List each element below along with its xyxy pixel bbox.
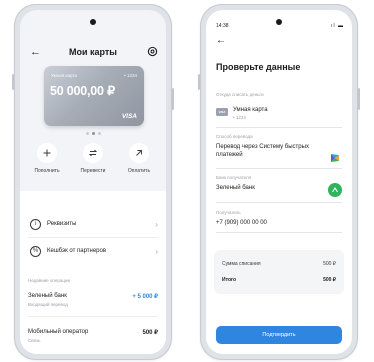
status-time: 14:38 — [216, 23, 229, 29]
back-arrow-icon[interactable]: ← — [216, 35, 226, 47]
menu-panel: i Реквизиты › % Кешбэк от партнеров › Не… — [20, 191, 166, 354]
percent-icon: % — [30, 246, 41, 257]
divider — [216, 127, 342, 128]
menu-item-label: Реквизиты — [47, 221, 77, 227]
divider — [216, 168, 342, 169]
transfer-label: Перевести — [80, 168, 106, 174]
chevron-right-icon: › — [155, 220, 158, 229]
confirm-button[interactable]: Подтвердить — [216, 326, 342, 344]
summary-row-total: Итого 500 ₽ — [222, 274, 336, 286]
power-button — [358, 88, 360, 110]
pay-button[interactable]: Оплатить — [116, 143, 162, 174]
transfer-button[interactable]: Перевести — [70, 143, 116, 174]
menu-item-label: Кешбэк от партнеров — [47, 248, 107, 254]
method-value[interactable]: Перевод через Систему быстрых платежей — [216, 143, 326, 159]
topup-label: Пополнить — [34, 168, 60, 174]
chevron-right-icon: › — [155, 247, 158, 256]
bank-value[interactable]: Зеленый банк — [216, 184, 255, 192]
signal-battery-icon: ıl ▬ — [331, 23, 344, 29]
pay-label: Оплатить — [127, 168, 151, 174]
transfer-icon — [83, 143, 103, 163]
divider — [216, 232, 342, 233]
summary-row-amount: Сумма списания 500 ₽ — [222, 258, 336, 270]
my-cards-screen: ← Мои карты Умная карта • 1234 50 000,00… — [20, 10, 166, 354]
divider — [216, 202, 342, 203]
source-card-name[interactable]: Умная карта — [233, 106, 268, 114]
summary-value: 500 ₽ — [323, 277, 336, 283]
operation-name: Зеленый банк — [28, 293, 67, 299]
card-pager — [20, 132, 166, 135]
info-icon: i — [30, 219, 41, 230]
operation-subtitle: Входящий перевод — [28, 302, 68, 307]
recipient-label: Получатель — [216, 210, 241, 215]
pager-dot-active[interactable] — [91, 132, 95, 135]
topup-button[interactable]: Пополнить — [24, 143, 70, 174]
menu-item-cashback[interactable]: % Кешбэк от партнеров › — [20, 241, 166, 263]
summary-value: 500 ₽ — [323, 261, 336, 267]
operation-amount: + 5 000 ₽ — [132, 294, 158, 300]
page-title: Проверьте данные — [216, 62, 301, 72]
visa-logo: VISA — [121, 113, 137, 120]
menu-item-requisites[interactable]: i Реквизиты › — [20, 214, 166, 236]
power-button — [172, 88, 174, 110]
recipient-value[interactable]: +7 (909) 000 00 00 — [216, 219, 267, 227]
divider — [28, 316, 158, 317]
operation-name: Мобильный оператор — [28, 329, 89, 335]
summary-box: Сумма списания 500 ₽ Итого 500 ₽ — [214, 250, 344, 294]
phone-confirm-transfer: 14:38 ıl ▬ ← Проверьте данные Откуда спи… — [198, 4, 360, 360]
source-label: Откуда списать деньги — [216, 92, 264, 97]
card-thumbnail: VISA — [216, 108, 228, 116]
divider — [28, 237, 158, 238]
card-balance: 50 000,00 ₽ — [50, 84, 115, 98]
pager-dot[interactable] — [85, 132, 89, 135]
camera-icon — [90, 19, 96, 25]
card-number: • 1234 — [124, 73, 137, 78]
plus-icon — [37, 143, 57, 163]
gear-icon[interactable] — [147, 46, 158, 57]
page-title: Мои карты — [68, 47, 117, 57]
bank-logo-icon — [328, 183, 342, 197]
card-name: Умная карта — [51, 73, 77, 78]
bank-label: Банк получателя — [216, 175, 252, 180]
phone-my-cards: ← Мои карты Умная карта • 1234 50 000,00… — [12, 4, 174, 360]
sbp-logo-icon — [331, 154, 339, 162]
recent-operations-title: Недавние операции — [28, 278, 70, 283]
camera-icon — [276, 19, 282, 25]
bank-card[interactable]: Умная карта • 1234 50 000,00 ₽ VISA — [44, 66, 144, 126]
confirm-screen: 14:38 ıl ▬ ← Проверьте данные Откуда спи… — [206, 10, 352, 354]
operation-amount: 500 ₽ — [142, 330, 159, 336]
operation-subtitle: Связь — [28, 338, 41, 343]
volume-button — [198, 74, 200, 90]
card-actions: Пополнить Перевести Оплатить — [20, 143, 166, 183]
source-card-number: • 1234 — [233, 115, 246, 120]
volume-button — [12, 74, 14, 90]
summary-label: Итого — [222, 277, 237, 283]
pager-dot[interactable] — [97, 132, 101, 135]
summary-label: Сумма списания — [222, 261, 261, 267]
header: ← Мои карты — [20, 44, 166, 60]
arrow-up-right-icon — [129, 143, 149, 163]
method-label: Способ перевода — [216, 134, 253, 139]
